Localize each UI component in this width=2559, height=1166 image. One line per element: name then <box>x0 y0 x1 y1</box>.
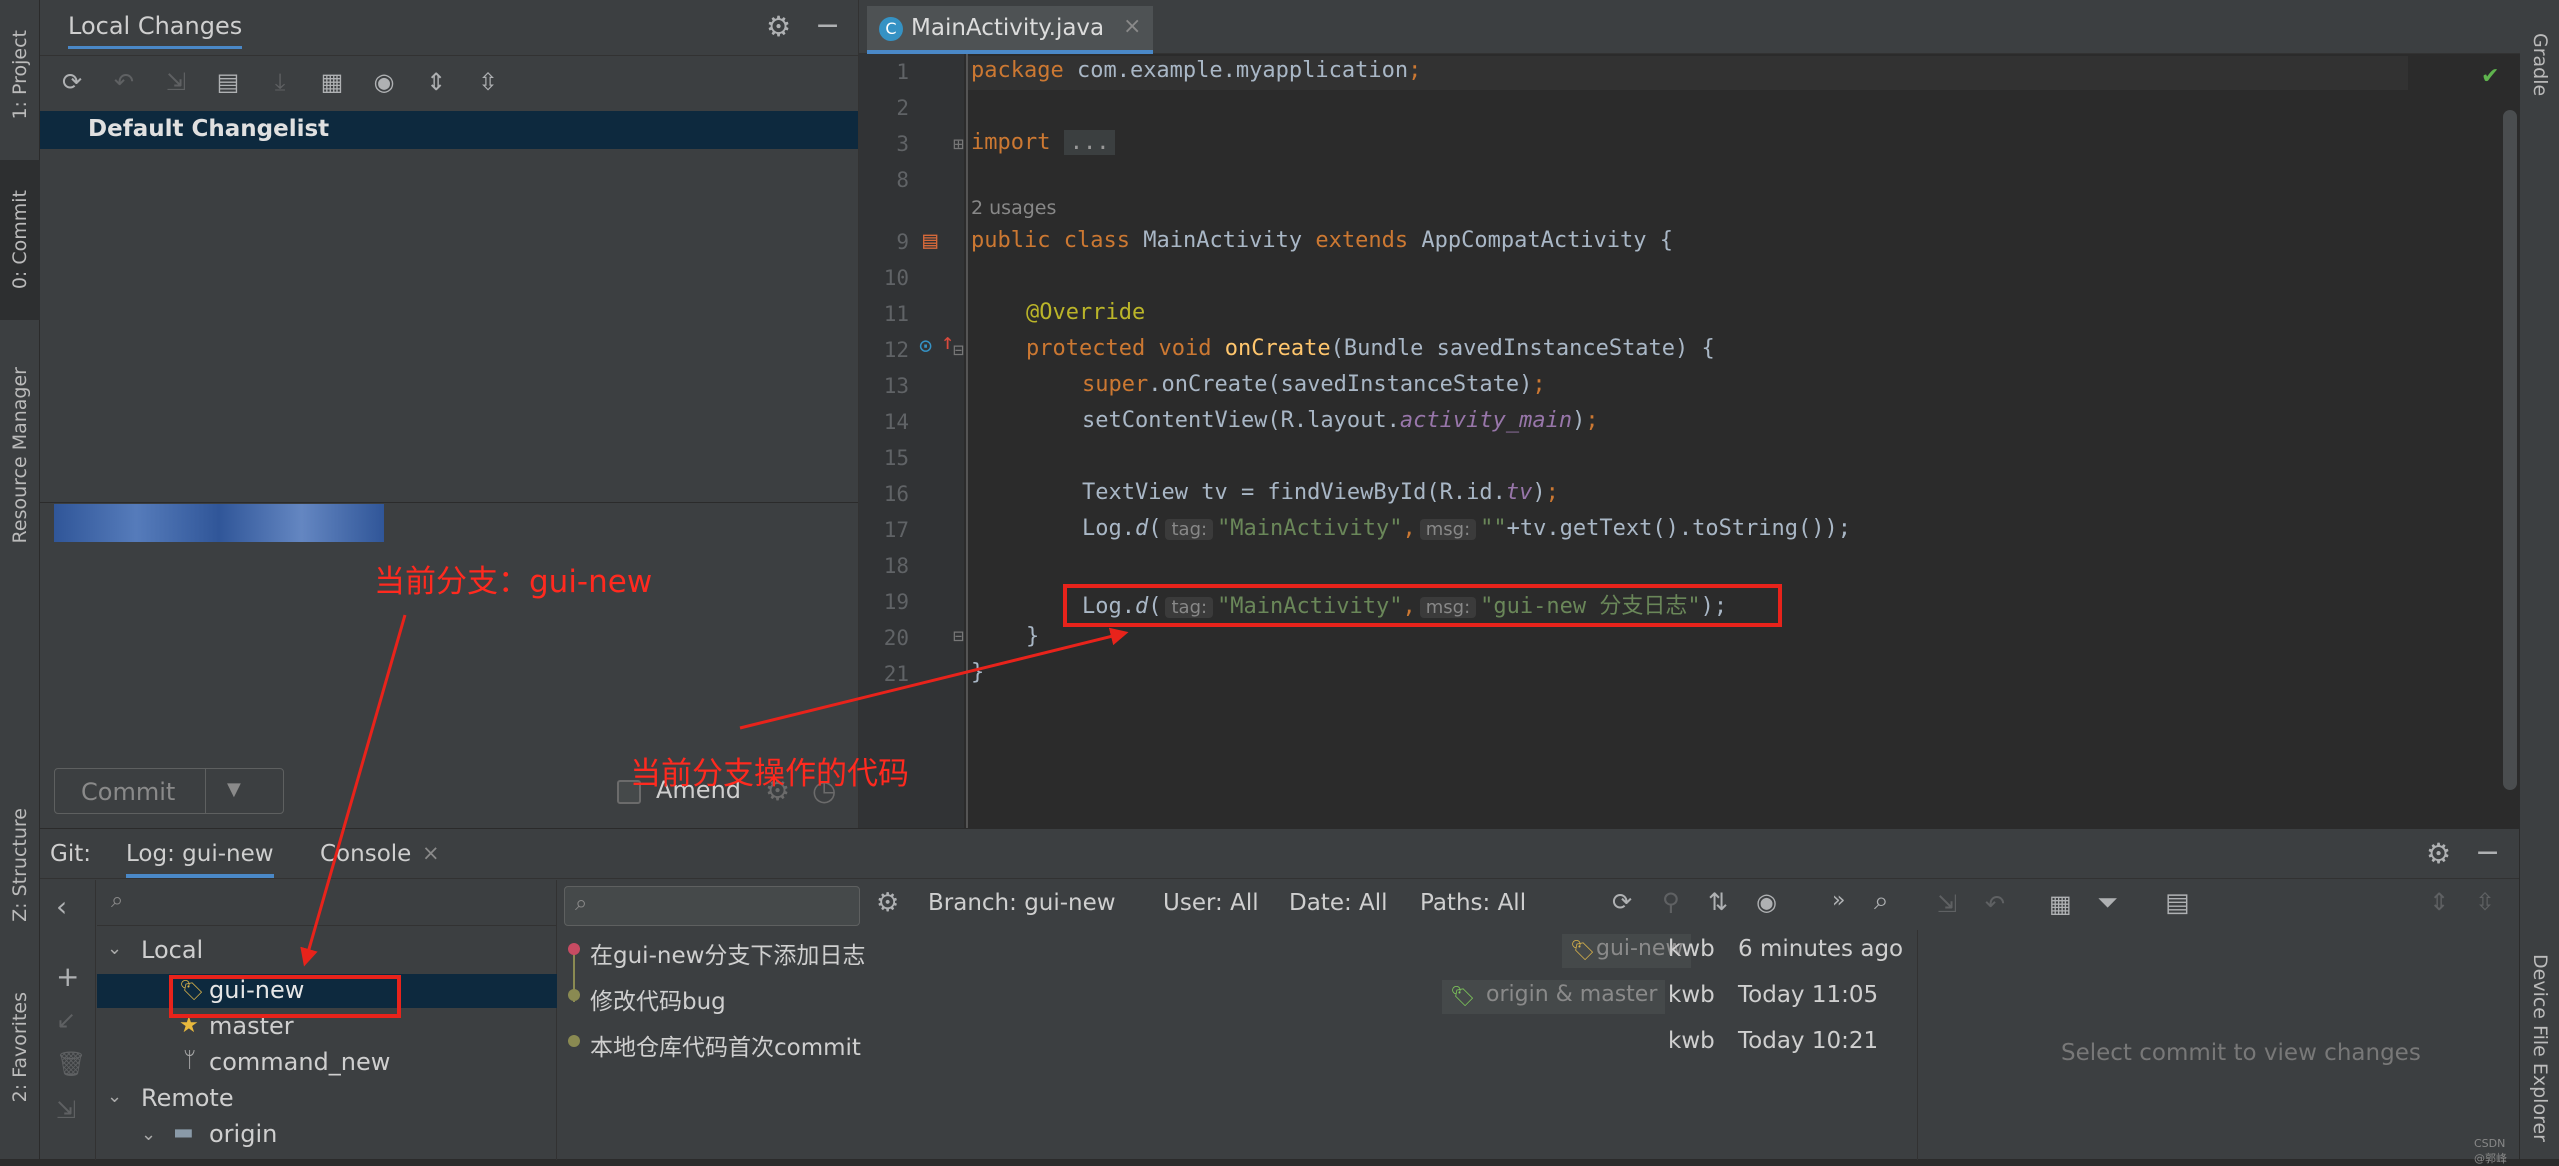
annotation-arrows <box>300 614 1129 967</box>
arrow-to-code <box>739 627 1129 730</box>
arrow-to-branch <box>300 614 407 967</box>
